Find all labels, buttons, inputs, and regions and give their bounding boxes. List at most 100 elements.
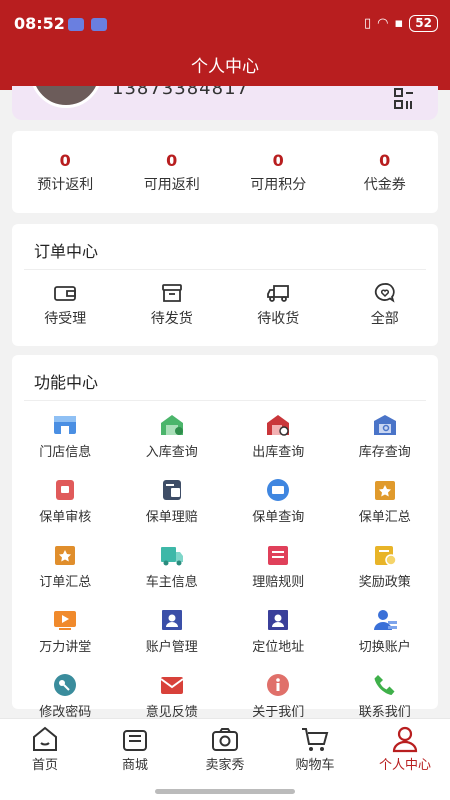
func-change-password[interactable]: 修改密码 (12, 673, 119, 720)
truck-icon (267, 285, 290, 302)
page-header: 个人中心 (0, 50, 450, 90)
divider (24, 269, 426, 270)
stat-estimated-rebate[interactable]: 0 预计返利 (12, 131, 119, 213)
stat-label: 可用积分 (250, 177, 307, 193)
tab-label: 购物车 (295, 758, 335, 773)
qr-code-icon[interactable] (394, 88, 414, 110)
order-label: 全部 (370, 311, 399, 327)
section-title: 订单中心 (34, 242, 99, 261)
policy-claim-icon (162, 480, 181, 500)
tab-profile[interactable]: 个人中心 (360, 719, 450, 800)
stat-available-points[interactable]: 0 可用积分 (225, 131, 332, 213)
stat-value: 0 (272, 151, 284, 170)
func-location-address[interactable]: 定位地址 (225, 608, 332, 655)
account-manage-icon (161, 610, 182, 630)
func-stock-out-query[interactable]: 出库查询 (225, 413, 332, 460)
func-policy-query[interactable]: 保单查询 (225, 478, 332, 525)
stat-value: 0 (379, 151, 391, 170)
func-inventory-query[interactable]: 库存查询 (332, 413, 439, 460)
func-label: 车主信息 (145, 575, 198, 590)
shop-icon (123, 730, 147, 751)
func-policy-summary[interactable]: 保单汇总 (332, 478, 439, 525)
func-label: 入库查询 (145, 445, 198, 460)
page-title: 个人中心 (191, 57, 259, 77)
sim-icon: ▪ (394, 16, 404, 31)
tab-cart[interactable]: 购物车 (270, 719, 360, 800)
func-about-us[interactable]: 关于我们 (225, 673, 332, 720)
func-feedback[interactable]: 意见反馈 (119, 673, 226, 720)
order-pending-receive[interactable]: 待收货 (225, 282, 332, 328)
warehouse-out-icon (267, 415, 290, 436)
status-bar: 08:52 ▯ ◠ ▪ 52 (0, 0, 450, 50)
order-all[interactable]: 全部 (332, 282, 439, 328)
func-label: 订单汇总 (39, 575, 92, 590)
reward-policy-icon (374, 546, 397, 566)
phone-icon (374, 675, 395, 695)
func-account-manage[interactable]: 账户管理 (119, 608, 226, 655)
home-indicator[interactable] (155, 789, 295, 794)
func-label: 库存查询 (358, 445, 411, 460)
status-time: 08:52 (14, 14, 65, 33)
tab-shop[interactable]: 商城 (90, 719, 180, 800)
stat-available-rebate[interactable]: 0 可用返利 (119, 131, 226, 213)
tab-label: 个人中心 (378, 758, 431, 773)
order-summary-icon (55, 546, 76, 565)
func-policy-review[interactable]: 保单审核 (12, 478, 119, 525)
vibrate-icon: ▯ (363, 16, 372, 31)
feedback-mail-icon (160, 677, 184, 694)
stat-vouchers[interactable]: 0 代金券 (332, 131, 439, 213)
tab-seller-show[interactable]: 卖家秀 (180, 719, 270, 800)
func-label: 理赔规则 (252, 575, 305, 590)
order-pending-ship[interactable]: 待发货 (119, 282, 226, 328)
tab-label: 商城 (121, 758, 148, 773)
cart-icon (302, 728, 329, 751)
func-label: 账户管理 (145, 640, 198, 655)
heart-bubble-icon (374, 283, 395, 303)
policy-summary-icon (374, 481, 395, 500)
func-store-info[interactable]: 门店信息 (12, 413, 119, 460)
func-wanli-lecture[interactable]: 万力讲堂 (12, 608, 119, 655)
video-lecture-icon (54, 611, 77, 630)
stat-label: 预计返利 (37, 177, 94, 193)
func-policy-claim[interactable]: 保单理赔 (119, 478, 226, 525)
order-pending-accept[interactable]: 待受理 (12, 282, 119, 328)
stat-value: 0 (59, 151, 71, 170)
order-center-card: 订单中心 待受理 待发货 待收货 全部 (12, 224, 438, 346)
func-order-summary[interactable]: 订单汇总 (12, 543, 119, 590)
wallet-icon (54, 286, 77, 301)
box-icon (161, 284, 182, 302)
func-stock-in-query[interactable]: 入库查询 (119, 413, 226, 460)
user-icon (392, 726, 418, 753)
func-label: 奖励政策 (358, 575, 411, 590)
func-label: 出库查询 (252, 445, 305, 460)
location-icon (268, 610, 289, 630)
store-icon (54, 416, 77, 434)
func-switch-account[interactable]: 切换账户 (332, 608, 439, 655)
order-label: 待受理 (44, 311, 87, 327)
divider (24, 400, 426, 401)
func-label: 定位地址 (252, 640, 305, 655)
profile-card[interactable]: 13873384817 (12, 86, 438, 120)
func-label: 保单审核 (39, 510, 92, 525)
camera-icon (212, 728, 238, 751)
tab-label: 首页 (31, 758, 58, 773)
stats-card: 0 预计返利 0 可用返利 0 可用积分 0 代金券 (12, 131, 438, 213)
func-label: 门店信息 (39, 445, 92, 460)
section-title: 功能中心 (34, 373, 99, 392)
warehouse-in-icon (160, 415, 183, 435)
func-label: 保单汇总 (358, 510, 411, 525)
avatar[interactable] (30, 86, 102, 108)
key-icon (54, 674, 77, 696)
wifi-icon: ◠ (377, 16, 389, 31)
policy-review-icon (56, 480, 75, 500)
func-reward-policy[interactable]: 奖励政策 (332, 543, 439, 590)
func-car-owner-info[interactable]: 车主信息 (119, 543, 226, 590)
func-label: 保单理赔 (145, 510, 198, 525)
stat-label: 可用返利 (143, 177, 200, 193)
tab-label: 卖家秀 (205, 758, 245, 773)
func-contact-us[interactable]: 联系我们 (332, 673, 439, 720)
func-claim-rules[interactable]: 理赔规则 (225, 543, 332, 590)
battery-icon: 52 (409, 15, 438, 32)
function-center-card: 功能中心 门店信息 入库查询 出库查询 库存查询 保单审核 保单理赔 保单查询 … (12, 355, 439, 720)
tab-home[interactable]: 首页 (0, 719, 90, 800)
